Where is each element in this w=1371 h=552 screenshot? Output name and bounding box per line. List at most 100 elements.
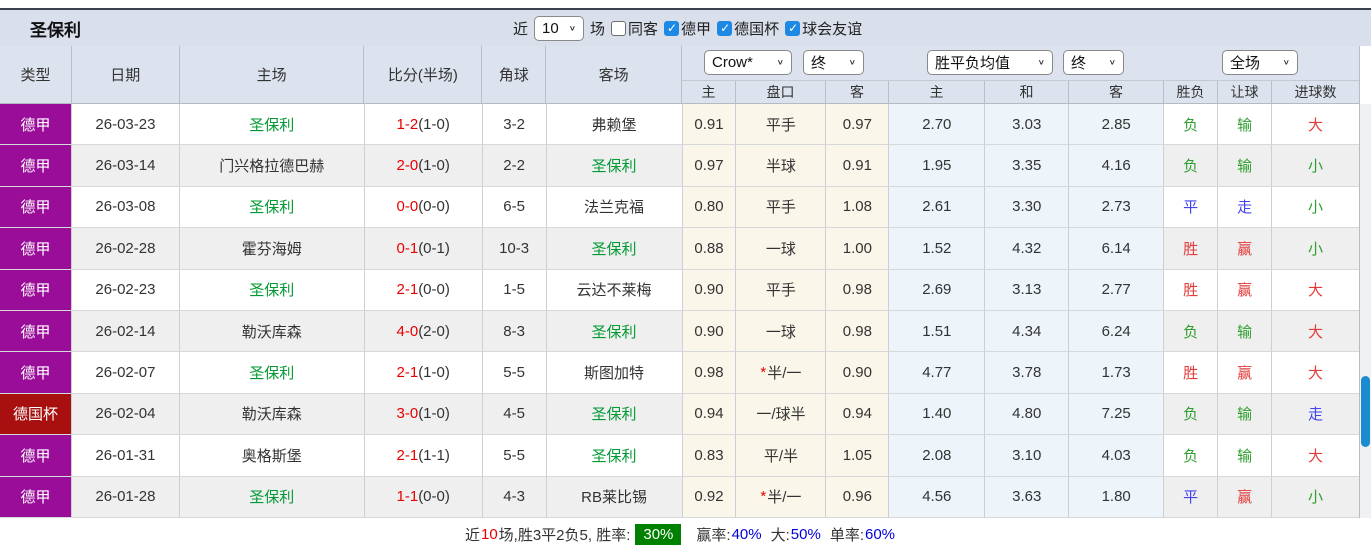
cell-goals: 小	[1272, 187, 1359, 229]
cell-odds-home: 0.88	[682, 228, 737, 270]
cell-avg-draw: 3.35	[985, 145, 1070, 187]
cell-score: 1-1 (0-0)	[364, 476, 483, 518]
subcol-avg-away: 客	[1069, 81, 1164, 103]
fulltime-score: 2-1	[396, 281, 419, 299]
cell-odds-away: 0.96	[826, 476, 890, 518]
col-header-away: 客场	[546, 46, 682, 103]
cell-avg-away: 2.73	[1069, 186, 1165, 229]
cell-avg-away: 6.14	[1069, 228, 1165, 270]
games-label: 场	[590, 20, 606, 38]
average-type-select[interactable]: 胜平负均值 ∨	[927, 50, 1053, 75]
cell-home: 圣保利	[179, 476, 365, 518]
cell-avg-home: 2.69	[889, 269, 986, 311]
cell-avg-draw: 4.80	[985, 393, 1070, 436]
table-row: 德甲 26-01-31 奥格斯堡 2-1 (1-1) 5-5 圣保利 0.83 平/半 1.05 2…	[0, 435, 1359, 477]
friendly-checkbox[interactable]	[785, 20, 801, 36]
cell-home: 圣保利	[179, 104, 365, 146]
dfb-pokal-checkbox[interactable]	[717, 20, 733, 36]
table-header: 类型 日期 主场 比分(半场) 角球 客场 Crow* ∨ 终 ∨ 胜平负均值	[0, 46, 1359, 104]
cell-home: 奥格斯堡	[179, 435, 365, 477]
cell-corner: 8-3	[482, 310, 547, 353]
cell-date: 26-03-23	[71, 104, 180, 146]
cell-wdl: 平	[1164, 186, 1219, 229]
cell-avg-draw: 3.10	[985, 435, 1070, 477]
bundesliga-checkbox[interactable]	[664, 20, 680, 36]
stat-label: 大:	[770, 527, 790, 545]
scrollbar-thumb[interactable]	[1361, 376, 1370, 447]
scope-select[interactable]: 全场 ∨	[1222, 50, 1298, 75]
cell-handicap: 平手	[736, 186, 827, 229]
cell-wdl: 负	[1164, 393, 1219, 436]
summary-prefix: 近	[464, 527, 480, 545]
cell-league: 德甲	[0, 145, 72, 187]
cell-corner: 5-5	[482, 435, 547, 477]
subcol-wdl: 胜负	[1164, 81, 1218, 103]
cell-avg-draw: 3.13	[985, 269, 1070, 311]
average-time-select[interactable]: 终 ∨	[1063, 50, 1124, 75]
cell-league: 德甲	[0, 476, 72, 518]
cell-odds-home: 0.90	[682, 310, 737, 353]
halftime-score: (0-1)	[418, 239, 450, 257]
cell-odds-away: 1.08	[826, 186, 890, 229]
chevron-down-icon: ∨	[568, 23, 577, 33]
stat-value: 40%	[731, 526, 762, 544]
cell-home: 圣保利	[179, 269, 365, 311]
cell-odds-home: 0.98	[682, 352, 737, 394]
cell-league: 德甲	[0, 352, 72, 394]
cell-handicap: 平/半	[736, 435, 827, 477]
cell-odds-home: 0.90	[682, 269, 737, 311]
cell-goals: 小	[1272, 145, 1359, 187]
halftime-score: (1-0)	[418, 157, 450, 175]
cell-odds-away: 0.97	[826, 104, 890, 146]
cell-avg-away: 7.25	[1069, 393, 1165, 436]
odds-time-select[interactable]: 终 ∨	[803, 50, 864, 75]
cell-wdl: 负	[1164, 310, 1219, 353]
cell-odds-away: 1.05	[826, 435, 890, 477]
cell-home: 霍芬海姆	[179, 228, 365, 270]
subcol-handicap-result: 让球	[1218, 81, 1272, 103]
cell-odds-away: 0.98	[826, 269, 890, 311]
recent-count-select[interactable]: 10 ∨	[534, 15, 585, 41]
cell-odds-away: 1.00	[826, 228, 890, 270]
table-row: 德国杯 26-02-04 勒沃库森 3-0 (1-0) 4-5 圣保利 0.94 一/球半 0.9…	[0, 393, 1359, 436]
cell-wdl: 负	[1164, 104, 1219, 146]
cell-odds-home: 0.97	[682, 145, 737, 187]
same-venue-group: 同客	[611, 18, 658, 39]
halftime-score: (0-0)	[418, 198, 450, 216]
cell-wdl: 胜	[1164, 269, 1219, 311]
matches-table: 类型 日期 主场 比分(半场) 角球 客场 Crow* ∨ 终 ∨ 胜平负均值	[0, 46, 1360, 552]
chevron-down-icon: ∨	[776, 58, 784, 67]
cell-odds-home: 0.92	[682, 476, 737, 518]
odds-company-select[interactable]: Crow* ∨	[704, 50, 792, 75]
cell-score: 0-1 (0-1)	[364, 228, 483, 270]
cell-score: 2-1 (1-1)	[364, 435, 483, 477]
team-title: 圣保利	[30, 20, 81, 40]
cell-goals: 大	[1272, 435, 1359, 477]
cell-handicap: 半球	[736, 145, 827, 187]
chevron-down-icon: ∨	[1282, 58, 1290, 67]
col-header-home: 主场	[180, 46, 365, 103]
fulltime-score: 0-0	[396, 198, 419, 216]
cell-handicap-result: 输	[1218, 435, 1273, 477]
scrollbar-track[interactable]	[1360, 104, 1371, 518]
cell-handicap: * 半/一	[736, 352, 827, 394]
stat-label: 赢率:	[696, 527, 731, 545]
cell-corner: 1-5	[482, 269, 547, 311]
cell-handicap: 一/球半	[736, 393, 827, 436]
same-venue-checkbox[interactable]	[611, 20, 627, 36]
table-row: 德甲 26-01-28 圣保利 1-1 (0-0) 4-3 RB莱比锡 0.92 * 半/一 0.9…	[0, 476, 1359, 518]
cell-date: 26-03-08	[71, 186, 180, 229]
col-header-type: 类型	[0, 46, 72, 103]
handicap-star: *	[760, 488, 767, 506]
cell-score: 2-1 (0-0)	[364, 269, 483, 311]
fulltime-score: 0-1	[396, 239, 419, 257]
subcol-avg-draw: 和	[985, 81, 1069, 103]
cell-odds-away: 0.90	[826, 352, 890, 394]
cell-odds-away: 0.94	[826, 393, 890, 436]
cell-handicap: 平手	[736, 104, 827, 146]
cell-goals: 大	[1272, 311, 1359, 353]
col-header-score: 比分(半场)	[364, 46, 483, 103]
cell-league: 德甲	[0, 435, 72, 477]
halftime-score: (1-0)	[418, 364, 450, 382]
chevron-down-icon: ∨	[848, 58, 856, 67]
